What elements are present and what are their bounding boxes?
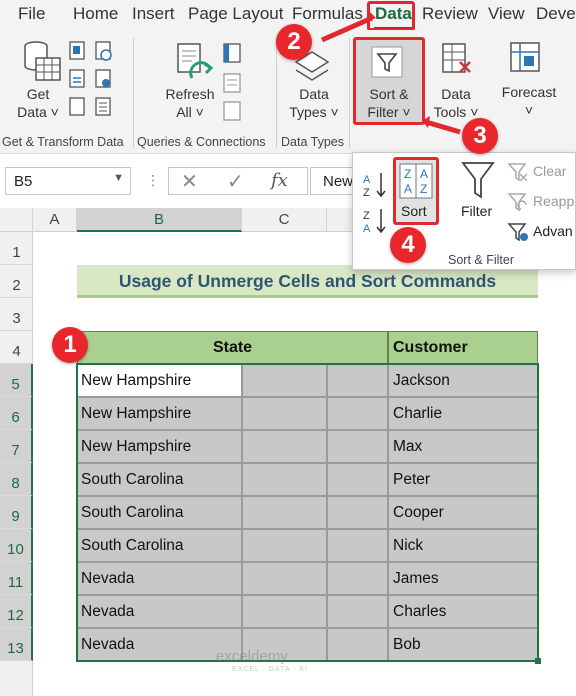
- empty-cell-d[interactable]: [327, 595, 388, 628]
- callout-badge-1: 1: [52, 327, 88, 363]
- callout-badge-2: 2: [276, 24, 312, 60]
- customer-cell[interactable]: Jackson: [388, 364, 538, 397]
- state-cell[interactable]: New Hampshire: [77, 364, 242, 397]
- advanced-button[interactable]: Advan: [533, 223, 573, 239]
- callout-badge-4: 4: [390, 227, 426, 263]
- advanced-filter-icon[interactable]: [507, 221, 529, 243]
- empty-cell-c[interactable]: [242, 529, 327, 562]
- empty-cell-c[interactable]: [242, 562, 327, 595]
- state-cell[interactable]: Nevada: [77, 595, 242, 628]
- customer-cell[interactable]: Nick: [388, 529, 538, 562]
- fill-handle[interactable]: [535, 658, 541, 664]
- row-header[interactable]: 13: [0, 628, 33, 661]
- empty-cell-d[interactable]: [327, 397, 388, 430]
- header-state[interactable]: State: [77, 331, 388, 364]
- state-cell[interactable]: Nevada: [77, 562, 242, 595]
- state-cell[interactable]: South Carolina: [77, 496, 242, 529]
- empty-cell-d[interactable]: [327, 529, 388, 562]
- customer-cell[interactable]: Max: [388, 430, 538, 463]
- select-all-corner[interactable]: [0, 208, 33, 232]
- empty-cell-d[interactable]: [327, 562, 388, 595]
- customer-cell[interactable]: Peter: [388, 463, 538, 496]
- watermark: exceldemy EXCEL · DATA · BI: [216, 648, 308, 673]
- row-header[interactable]: 9: [0, 496, 33, 529]
- empty-cell-d[interactable]: [327, 463, 388, 496]
- empty-cell-d[interactable]: [327, 496, 388, 529]
- exceldemy-logo-text: exceldemy: [216, 648, 288, 665]
- row-header[interactable]: 8: [0, 463, 33, 496]
- customer-cell[interactable]: Charles: [388, 595, 538, 628]
- empty-cell-d[interactable]: [327, 628, 388, 661]
- row-header[interactable]: 6: [0, 397, 33, 430]
- empty-cell-d[interactable]: [327, 430, 388, 463]
- row-header[interactable]: 2: [0, 265, 33, 298]
- state-cell[interactable]: New Hampshire: [77, 430, 242, 463]
- row-header[interactable]: 12: [0, 595, 33, 628]
- empty-cell-c[interactable]: [242, 430, 327, 463]
- empty-cell-c[interactable]: [242, 463, 327, 496]
- svg-text:A: A: [363, 223, 371, 235]
- row-header[interactable]: 7: [0, 430, 33, 463]
- state-cell[interactable]: South Carolina: [77, 463, 242, 496]
- filter-button[interactable]: Filter: [461, 203, 492, 219]
- column-header-b[interactable]: B: [77, 208, 242, 232]
- customer-cell[interactable]: Cooper: [388, 496, 538, 529]
- empty-cell-c[interactable]: [242, 595, 327, 628]
- svg-text:Z: Z: [363, 210, 370, 222]
- header-customer[interactable]: Customer: [388, 331, 538, 364]
- column-header-a[interactable]: A: [33, 208, 77, 232]
- row-header[interactable]: 4: [0, 331, 33, 364]
- row-header[interactable]: 5: [0, 364, 33, 397]
- empty-cell-c[interactable]: [242, 496, 327, 529]
- customer-cell[interactable]: Charlie: [388, 397, 538, 430]
- row-header[interactable]: 10: [0, 529, 33, 562]
- sort-filter-group-label: Sort & Filter: [448, 253, 514, 267]
- empty-cell-c[interactable]: [242, 364, 327, 397]
- customer-cell[interactable]: Bob: [388, 628, 538, 661]
- customer-cell[interactable]: James: [388, 562, 538, 595]
- state-cell[interactable]: South Carolina: [77, 529, 242, 562]
- row-header[interactable]: 11: [0, 562, 33, 595]
- empty-cell-d[interactable]: [327, 364, 388, 397]
- row-header[interactable]: 3: [0, 298, 33, 331]
- empty-cell-c[interactable]: [242, 397, 327, 430]
- row-headers: 1 2 3 4 5 6 7 8 9 10 11 12 13: [0, 232, 33, 696]
- watermark-tagline: EXCEL · DATA · BI: [232, 666, 308, 673]
- state-cell[interactable]: New Hampshire: [77, 397, 242, 430]
- row-header[interactable]: 1: [0, 232, 33, 265]
- callout-badge-3: 3: [462, 118, 498, 154]
- column-header-c[interactable]: C: [242, 208, 327, 232]
